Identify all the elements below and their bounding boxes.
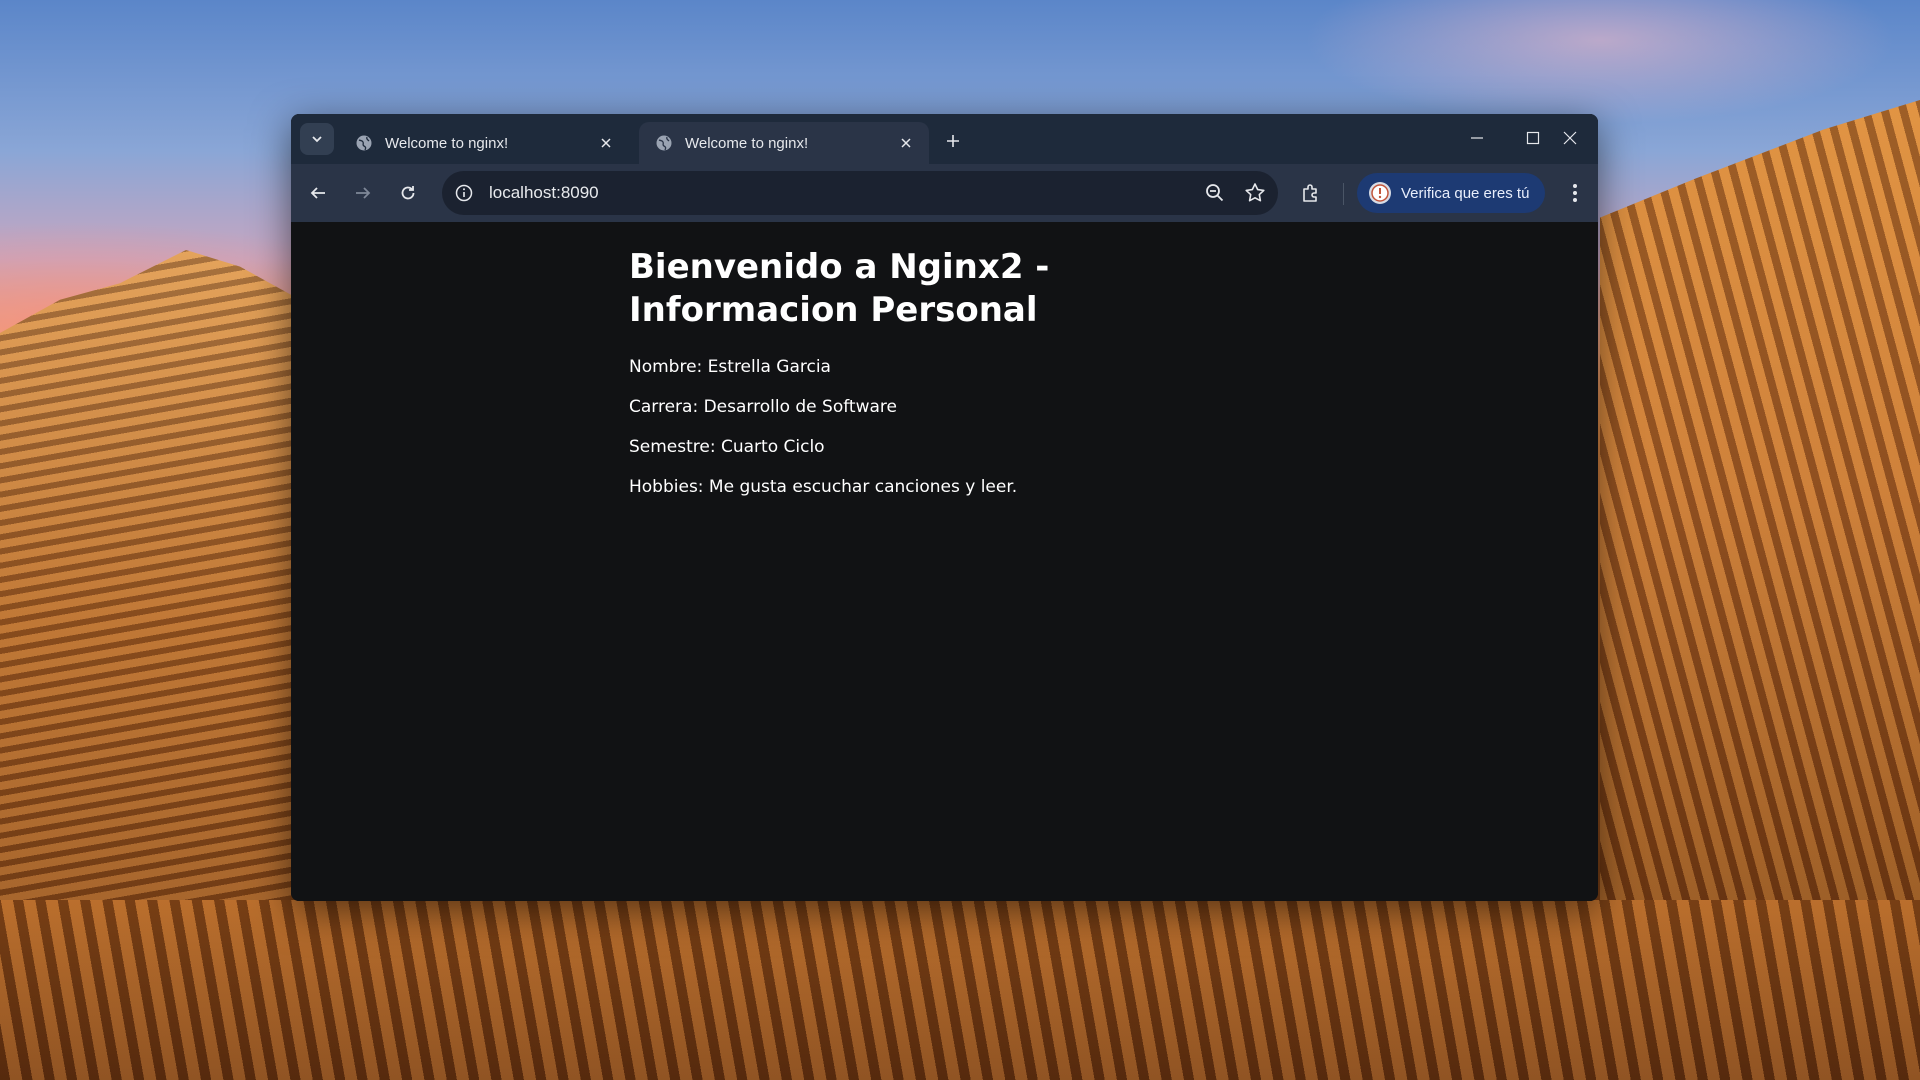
close-icon xyxy=(1563,131,1577,145)
tab-2-close-button[interactable] xyxy=(895,132,917,154)
profile-label: Verifica que eres tú xyxy=(1401,184,1530,202)
minimize-button[interactable] xyxy=(1454,122,1500,154)
wallpaper-rock-bottom xyxy=(0,900,1920,1080)
reload-button[interactable] xyxy=(392,177,424,209)
chevron-down-icon xyxy=(312,136,322,143)
back-button[interactable] xyxy=(302,177,334,209)
close-window-button[interactable] xyxy=(1547,122,1593,154)
toolbar: localhost:8090 Verifica que eres tú xyxy=(291,164,1598,222)
address-text[interactable]: localhost:8090 xyxy=(489,183,599,203)
toolbar-separator xyxy=(1343,183,1344,205)
more-vert-icon xyxy=(1573,184,1577,202)
minimize-icon xyxy=(1471,137,1483,139)
page-content: Bienvenido a Nginx2 - Informacion Person… xyxy=(291,222,1598,901)
browser-window: Welcome to nginx! Welcome to nginx! loca… xyxy=(291,114,1598,901)
tab-2[interactable]: Welcome to nginx! xyxy=(639,122,929,164)
new-tab-button[interactable] xyxy=(939,127,967,155)
browser-menu-button[interactable] xyxy=(1559,177,1591,209)
close-icon xyxy=(901,138,911,148)
reload-icon xyxy=(401,186,415,200)
site-info-button[interactable] xyxy=(452,181,476,205)
close-icon xyxy=(601,138,611,148)
tab-search-button[interactable] xyxy=(300,123,334,155)
back-icon xyxy=(310,187,325,199)
maximize-icon xyxy=(1526,131,1540,145)
address-bar[interactable]: localhost:8090 xyxy=(442,171,1278,215)
info-icon xyxy=(455,184,473,202)
tab-1-close-button[interactable] xyxy=(595,132,617,154)
profile-chip[interactable]: Verifica que eres tú xyxy=(1357,173,1545,213)
extensions-icon xyxy=(1303,184,1317,202)
tab-1-title: Welcome to nginx! xyxy=(385,134,509,152)
avatar xyxy=(1369,182,1391,204)
globe-icon xyxy=(356,135,372,151)
info-line-carrera: Carrera: Desarrollo de Software xyxy=(629,397,897,417)
avatar-icon xyxy=(1371,184,1389,202)
forward-button[interactable] xyxy=(347,177,379,209)
info-line-nombre: Nombre: Estrella Garcia xyxy=(629,357,831,377)
tab-2-title: Welcome to nginx! xyxy=(685,134,809,152)
tab-1[interactable]: Welcome to nginx! xyxy=(339,122,629,164)
zoom-icon[interactable] xyxy=(1203,181,1227,205)
info-line-semestre: Semestre: Cuarto Ciclo xyxy=(629,437,825,457)
title-bar: Welcome to nginx! Welcome to nginx! xyxy=(291,114,1598,164)
globe-icon xyxy=(656,135,672,151)
extensions-button[interactable] xyxy=(1295,177,1327,209)
star-icon[interactable] xyxy=(1243,181,1267,205)
forward-icon xyxy=(356,187,371,199)
plus-icon xyxy=(947,135,959,147)
info-line-hobbies: Hobbies: Me gusta escuchar canciones y l… xyxy=(629,477,1018,497)
page-heading: Bienvenido a Nginx2 - Informacion Person… xyxy=(629,247,1050,330)
